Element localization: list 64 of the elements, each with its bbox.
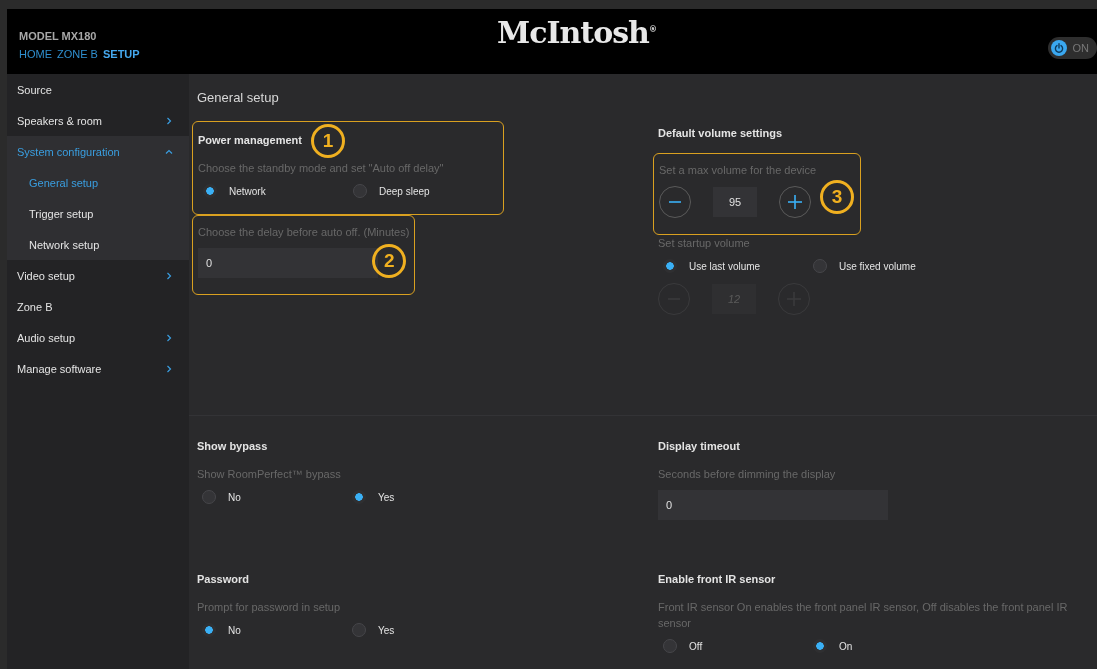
radio-button[interactable] <box>663 639 677 653</box>
callout-number: 1 <box>311 124 345 158</box>
model-label: MODEL MX180 <box>19 29 98 42</box>
field-label: Prompt for password in setup <box>197 600 342 615</box>
field-label: Set startup volume <box>658 236 751 251</box>
plus-icon <box>787 194 803 210</box>
option-label: No <box>228 491 241 503</box>
page-title: General setup <box>197 90 280 105</box>
sidebar-item[interactable]: Zone B <box>7 291 189 322</box>
radio-button[interactable] <box>663 259 677 273</box>
option-label: Use fixed volume <box>839 260 916 272</box>
radio-button[interactable] <box>203 184 217 198</box>
option-label: On <box>839 640 853 652</box>
nav-link[interactable]: HOME <box>19 47 52 60</box>
radio-button[interactable] <box>202 623 216 637</box>
nav-link[interactable]: ZONE B <box>57 47 98 60</box>
section-heading: Display timeout <box>658 439 740 454</box>
logo: McIntosh$^{®}$ <box>497 15 656 50</box>
radio-button[interactable] <box>353 184 367 198</box>
field-label: Show RoomPerfect™ bypass <box>197 467 342 482</box>
field-label: Front IR sensor On enables the front panel IR sensor, Off disables the front panel IR sensor <box>658 600 1069 631</box>
radio-button[interactable] <box>352 623 366 637</box>
option-label: Use last volume <box>689 260 761 272</box>
option-label: Yes <box>378 491 395 503</box>
sidebar-item[interactable]: Video setup <box>7 260 189 291</box>
radio-button[interactable] <box>813 639 827 653</box>
nav-link[interactable]: SETUP <box>102 47 140 60</box>
sidebar-item[interactable]: System configuration <box>7 136 189 167</box>
callout-number: 3 <box>820 180 854 214</box>
chevron-icon <box>165 147 173 156</box>
chevron-icon <box>165 333 173 342</box>
field-label: Set a max volume for the device <box>659 163 818 178</box>
section-heading: Password <box>197 572 249 587</box>
field-label: Choose the standby mode and set "Auto off delay" <box>198 161 445 176</box>
radio-button[interactable] <box>202 490 216 504</box>
power-icon <box>1053 42 1064 53</box>
option-label: No <box>228 624 241 636</box>
sidebar-item[interactable]: Source <box>7 74 189 105</box>
sidebar-item[interactable]: Speakers & room <box>7 105 189 136</box>
power-label: ON <box>1072 41 1089 54</box>
input-field[interactable]: 0 <box>658 490 888 520</box>
chevron-icon <box>165 364 173 373</box>
value-field[interactable]: 95 <box>713 187 757 217</box>
sidebar-item[interactable]: Trigger setup <box>7 198 189 229</box>
sidebar-item[interactable]: General setup <box>7 167 189 198</box>
input-field[interactable]: 0 <box>198 248 378 278</box>
radio-button[interactable] <box>813 259 827 273</box>
radio-button[interactable] <box>352 490 366 504</box>
chevron-icon <box>165 116 173 125</box>
callout-number: 2 <box>372 244 407 278</box>
section-heading: Power management <box>198 133 302 148</box>
option-label: Network <box>229 185 266 197</box>
section-heading: Default volume settings <box>658 126 783 141</box>
sidebar-item[interactable]: Network setup <box>7 229 189 260</box>
field-label: Choose the delay before auto off. (Minutes) <box>198 225 410 240</box>
sidebar-item[interactable]: Manage software <box>7 353 189 384</box>
section-heading: Enable front IR sensor <box>658 572 776 587</box>
section-heading: Show bypass <box>197 439 268 454</box>
option-label: Yes <box>378 624 395 636</box>
chevron-icon <box>165 271 173 280</box>
option-label: Off <box>689 640 703 652</box>
power-toggle[interactable] <box>1050 39 1067 56</box>
sidebar-item[interactable]: Audio setup <box>7 322 189 353</box>
option-label: Deep sleep <box>379 185 430 197</box>
